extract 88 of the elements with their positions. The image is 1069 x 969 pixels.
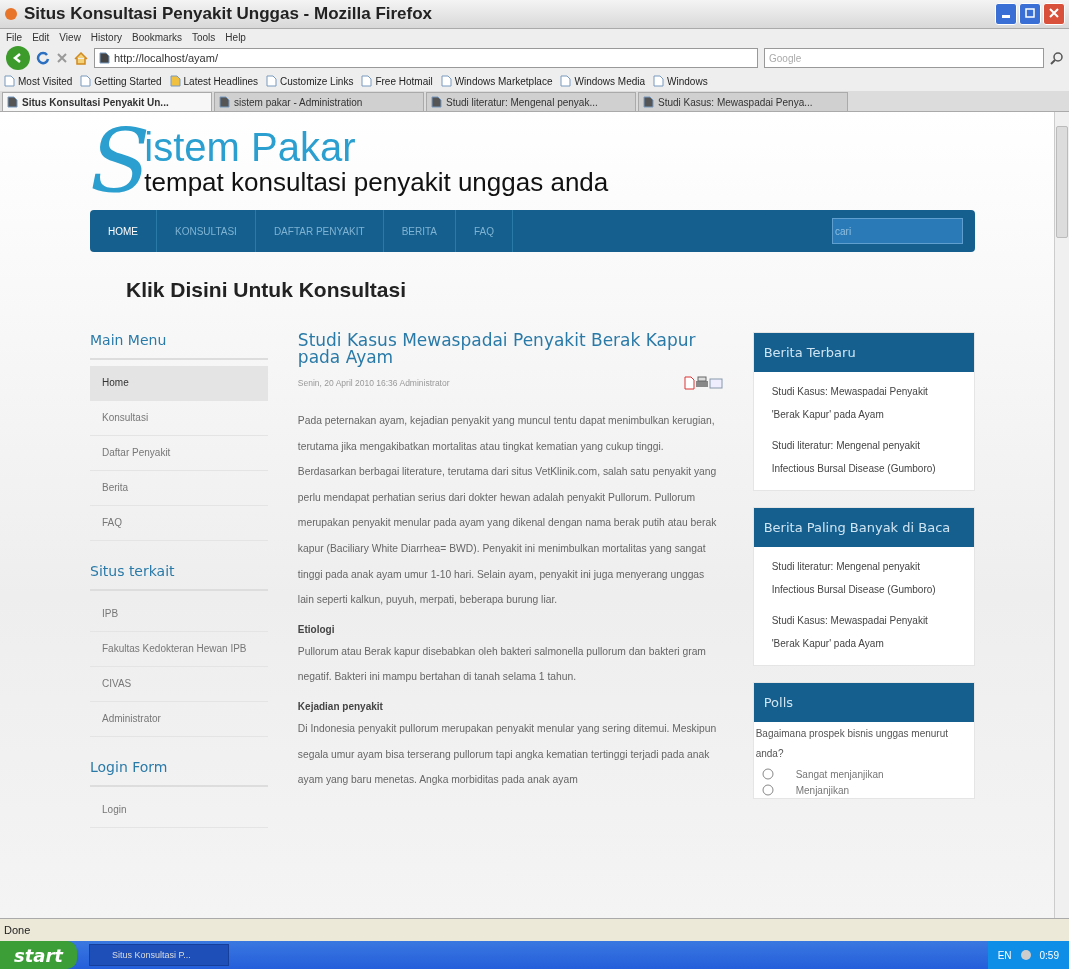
volume-icon[interactable] <box>1019 949 1032 961</box>
module-title: Situs terkait <box>90 563 268 591</box>
minimize-button[interactable] <box>995 3 1017 25</box>
taskbar-window-button[interactable]: Situs Konsultasi P... <box>88 944 229 966</box>
article-meta: Senin, 20 April 2010 16:36 Administrator <box>297 378 451 388</box>
radio-button[interactable] <box>761 768 774 780</box>
page-icon <box>653 75 665 87</box>
bookmark-link[interactable]: Windows Marketplace <box>440 75 553 87</box>
menu-item[interactable]: Bookmarks <box>132 31 182 43</box>
email-icon[interactable] <box>708 377 723 389</box>
bookmark-link[interactable]: Free Hotmail <box>361 75 433 87</box>
poll-option[interactable]: Sangat menjanjikan <box>753 766 974 782</box>
browser-tab[interactable]: Studi literatur: Mengenal penyak... <box>426 92 636 111</box>
back-button[interactable] <box>6 46 30 70</box>
news-link[interactable]: Studi Kasus: Mewaspadai Penyakit 'Berak Kapur' pada Ayam <box>771 380 956 426</box>
minimize-icon <box>1002 15 1010 18</box>
sidebar-item[interactable]: Administrator <box>90 702 268 737</box>
stop-icon[interactable] <box>56 52 68 64</box>
article-paragraph: Pada peternakan ayam, kejadian penyakit yang muncul tentu dapat menimbulkan kerugian, terutama jika mengakibatkan mortalitas atau tingkat kematian yang cukup tinggi. Berdasarkan berbagai literature, terutama dari situs VetKlinik.com, salah satu penyakit yang perlu mendapat perhatian serius dari dokter hewan adalah penyakit Pullorum. Pullorum merupakan penyakit menular pada ayam yang dikenal dengan nama berak putih atau berak kapur (Baciliary White Diarrhea= BWD). Penyakit ini menimbulkan mortalitas yang sangat tinggi pada anak ayam umur 1-10 hari. Selain ayam, penyakit ini juga menyerang unggas lain seperti kalkun, puyuh, merpati, beberapa burung liar. <box>297 414 718 608</box>
module-header: Polls <box>753 683 974 722</box>
poll-option[interactable]: Menjanjikan <box>753 782 974 798</box>
search-field[interactable]: cari <box>832 218 963 244</box>
section-heading: Etiologi <box>297 622 336 637</box>
sidebar-item[interactable]: Konsultasi <box>90 401 268 436</box>
news-link[interactable]: Studi literatur: Mengenal penyakit Infectious Bursal Disease (Gumboro) <box>771 555 956 601</box>
page-icon <box>266 75 278 87</box>
page-icon <box>99 52 110 64</box>
sidebar-item[interactable]: Fakultas Kedokteran Hewan IPB <box>90 632 268 667</box>
address-bar[interactable]: http://localhost/ayam/ <box>94 48 758 68</box>
sidebar-item[interactable]: CIVAS <box>90 667 268 702</box>
search-icon[interactable] <box>1050 51 1063 65</box>
bookmark-link[interactable]: Windows <box>653 75 708 87</box>
article-paragraph: Di Indonesia penyakit pullorum merupakan penyakit menular yang sering ditemui. Meskipun segala umur ayam bisa terserang pullorum tapi angka kematian tertinggi terjadi pada anak ayam yang baru menetas. Angka morbiditas pada anak ayam <box>297 721 718 788</box>
menu-item[interactable]: Help <box>225 31 246 43</box>
scrollbar[interactable] <box>1054 112 1069 918</box>
page-icon <box>80 75 92 87</box>
menu-item[interactable]: File <box>6 31 23 43</box>
module-title: Login Form <box>90 759 268 787</box>
module-header: Berita Paling Banyak di Baca <box>753 508 974 547</box>
sidebar-item[interactable]: FAQ <box>90 506 268 541</box>
page-icon <box>361 75 373 87</box>
home-icon[interactable] <box>74 51 88 65</box>
radio-button[interactable] <box>761 784 774 796</box>
article-paragraph: Pullorum atau Berak kapur disebabkan oleh bakteri salmonella pullorum dan bakteri gram negatif. Bakteri ini mampu bertahan di tanah selama 1 tahun. <box>297 644 707 685</box>
bookmark-link[interactable]: Windows Media <box>560 75 646 87</box>
bookmark-link[interactable]: Getting Started <box>80 75 162 87</box>
page-icon <box>431 96 442 108</box>
browser-tab[interactable]: Studi Kasus: Mewaspadai Penya... <box>638 92 848 111</box>
reload-icon[interactable] <box>36 51 50 65</box>
firefox-icon <box>4 7 18 21</box>
bookmark-link[interactable]: Most Visited <box>4 75 73 87</box>
article-title: Studi Kasus Mewaspadai Penyakit Berak Kapur pada Ayam <box>297 332 697 366</box>
page-icon <box>440 75 452 87</box>
menu-item[interactable]: History <box>90 31 122 43</box>
bookmark-link[interactable]: Latest Headlines <box>169 75 259 87</box>
page-icon <box>4 75 15 87</box>
system-tray: EN 0:59 <box>987 941 1069 969</box>
module-title: Main Menu <box>90 332 268 360</box>
window-title: Situs Konsultasi Penyakit Unggas - Mozilla Firefox <box>24 4 434 24</box>
menu-item[interactable]: Tools <box>192 31 216 43</box>
page-icon <box>643 96 654 108</box>
module-header: Berita Terbaru <box>753 333 974 372</box>
maximize-button[interactable] <box>1019 3 1041 25</box>
section-heading: Kejadian penyakit <box>297 699 384 714</box>
menu-item[interactable]: View <box>59 31 81 43</box>
consultation-link[interactable]: Klik Disini Untuk Konsultasi <box>126 278 1054 302</box>
close-button[interactable] <box>1043 3 1065 25</box>
page-icon <box>169 75 181 87</box>
menu-item[interactable]: Edit <box>32 31 50 43</box>
page-icon <box>7 96 18 108</box>
sidebar-item[interactable]: Login <box>90 793 268 828</box>
page-icon <box>560 75 572 87</box>
news-link[interactable]: Studi literatur: Mengenal penyakit Infectious Bursal Disease (Gumboro) <box>771 434 956 480</box>
close-icon <box>1049 8 1059 18</box>
print-icon[interactable] <box>694 376 709 390</box>
maximize-icon <box>1025 8 1035 18</box>
news-link[interactable]: Studi Kasus: Mewaspadai Penyakit 'Berak Kapur' pada Ayam <box>771 609 956 655</box>
browser-tab[interactable]: Situs Konsultasi Penyakit Un... <box>2 92 212 111</box>
poll-question: Bagaimana prospek bisnis unggas menurut anda? <box>754 727 950 761</box>
sidebar-item[interactable]: Home <box>90 366 268 401</box>
page-icon <box>219 96 230 108</box>
bookmark-link[interactable]: Customize Links <box>266 75 354 87</box>
pdf-icon[interactable] <box>682 376 695 390</box>
sidebar-item[interactable]: Daftar Penyakit <box>90 436 268 471</box>
nav-link[interactable]: HOME <box>90 210 157 252</box>
sidebar-item[interactable]: Berita <box>90 471 268 506</box>
sidebar-item[interactable]: IPB <box>90 597 268 632</box>
browser-tab[interactable]: sistem pakar - Administration <box>214 92 424 111</box>
